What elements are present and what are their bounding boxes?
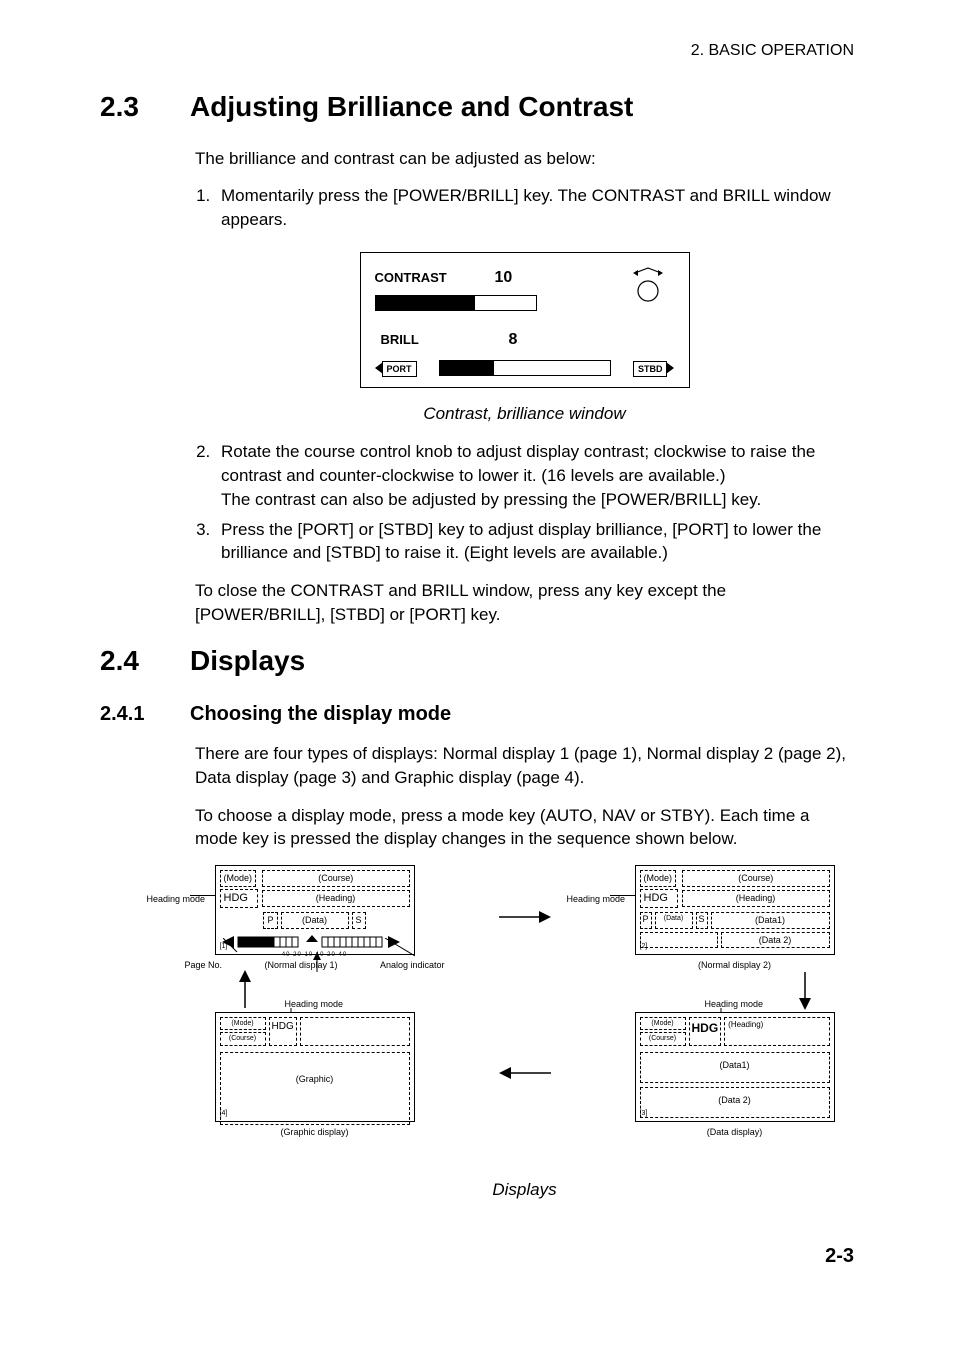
- contrast-bar: [375, 295, 537, 311]
- section-2-4-1-num: 2.4.1: [100, 700, 190, 728]
- port-key-icon: PORT: [375, 358, 417, 378]
- section-2-4-title: 2.4Displays: [100, 641, 854, 680]
- arrow-left-icon: [495, 1063, 555, 1087]
- brill-value: 8: [509, 329, 518, 351]
- s23-step1: Momentarily press the [POWER/BRILL] key.…: [215, 184, 854, 232]
- section-2-3-num: 2.3: [100, 87, 190, 126]
- normal-display-2: Heading mode (Mode) (Course) HDG (Headin…: [635, 865, 835, 972]
- section-2-3-title: 2.3Adjusting Brilliance and Contrast: [100, 87, 854, 126]
- contrast-label: CONTRAST: [375, 269, 465, 287]
- stbd-key-icon: STBD: [633, 358, 675, 378]
- brill-label: BRILL: [381, 331, 471, 349]
- graphic-display: Heading mode (Mode) (Course) HDG (Graphi…: [215, 1012, 415, 1139]
- arrow-down-icon: [795, 970, 815, 1016]
- displays-diagram: Heading mode (Mode) (Course) HDG (Headin…: [215, 865, 835, 1138]
- s23-step3: Press the [PORT] or [STBD] key to adjust…: [215, 518, 854, 566]
- s24-p1: There are four types of displays: Normal…: [195, 742, 854, 790]
- s23-step2: Rotate the course control knob to adjust…: [215, 440, 854, 511]
- normal-display-1: Heading mode (Mode) (Course) HDG (Headin…: [215, 865, 415, 972]
- s24-p2: To choose a display mode, press a mode k…: [195, 804, 854, 852]
- chapter-header: 2. BASIC OPERATION: [100, 40, 854, 62]
- section-2-4-1-title: 2.4.1Choosing the display mode: [100, 700, 854, 728]
- s23-close: To close the CONTRAST and BRILL window, …: [195, 579, 854, 627]
- knob-icon: [631, 265, 665, 307]
- brill-bar: [439, 360, 611, 376]
- contrast-brill-window: CONTRAST 10 BRILL 8 PORT STBD: [360, 252, 690, 388]
- arrow-right-icon: [495, 907, 555, 931]
- s23-intro: The brilliance and contrast can be adjus…: [195, 147, 854, 171]
- data-display: Heading mode (Mode) (Course) HDG (Headin…: [635, 1012, 835, 1139]
- section-2-4-num: 2.4: [100, 641, 190, 680]
- displays-caption: Displays: [195, 1178, 854, 1202]
- page-number: 2-3: [100, 1242, 854, 1270]
- contrast-value: 10: [495, 267, 513, 289]
- cb-caption: Contrast, brilliance window: [195, 402, 854, 426]
- arrow-up-icon: [235, 968, 255, 1014]
